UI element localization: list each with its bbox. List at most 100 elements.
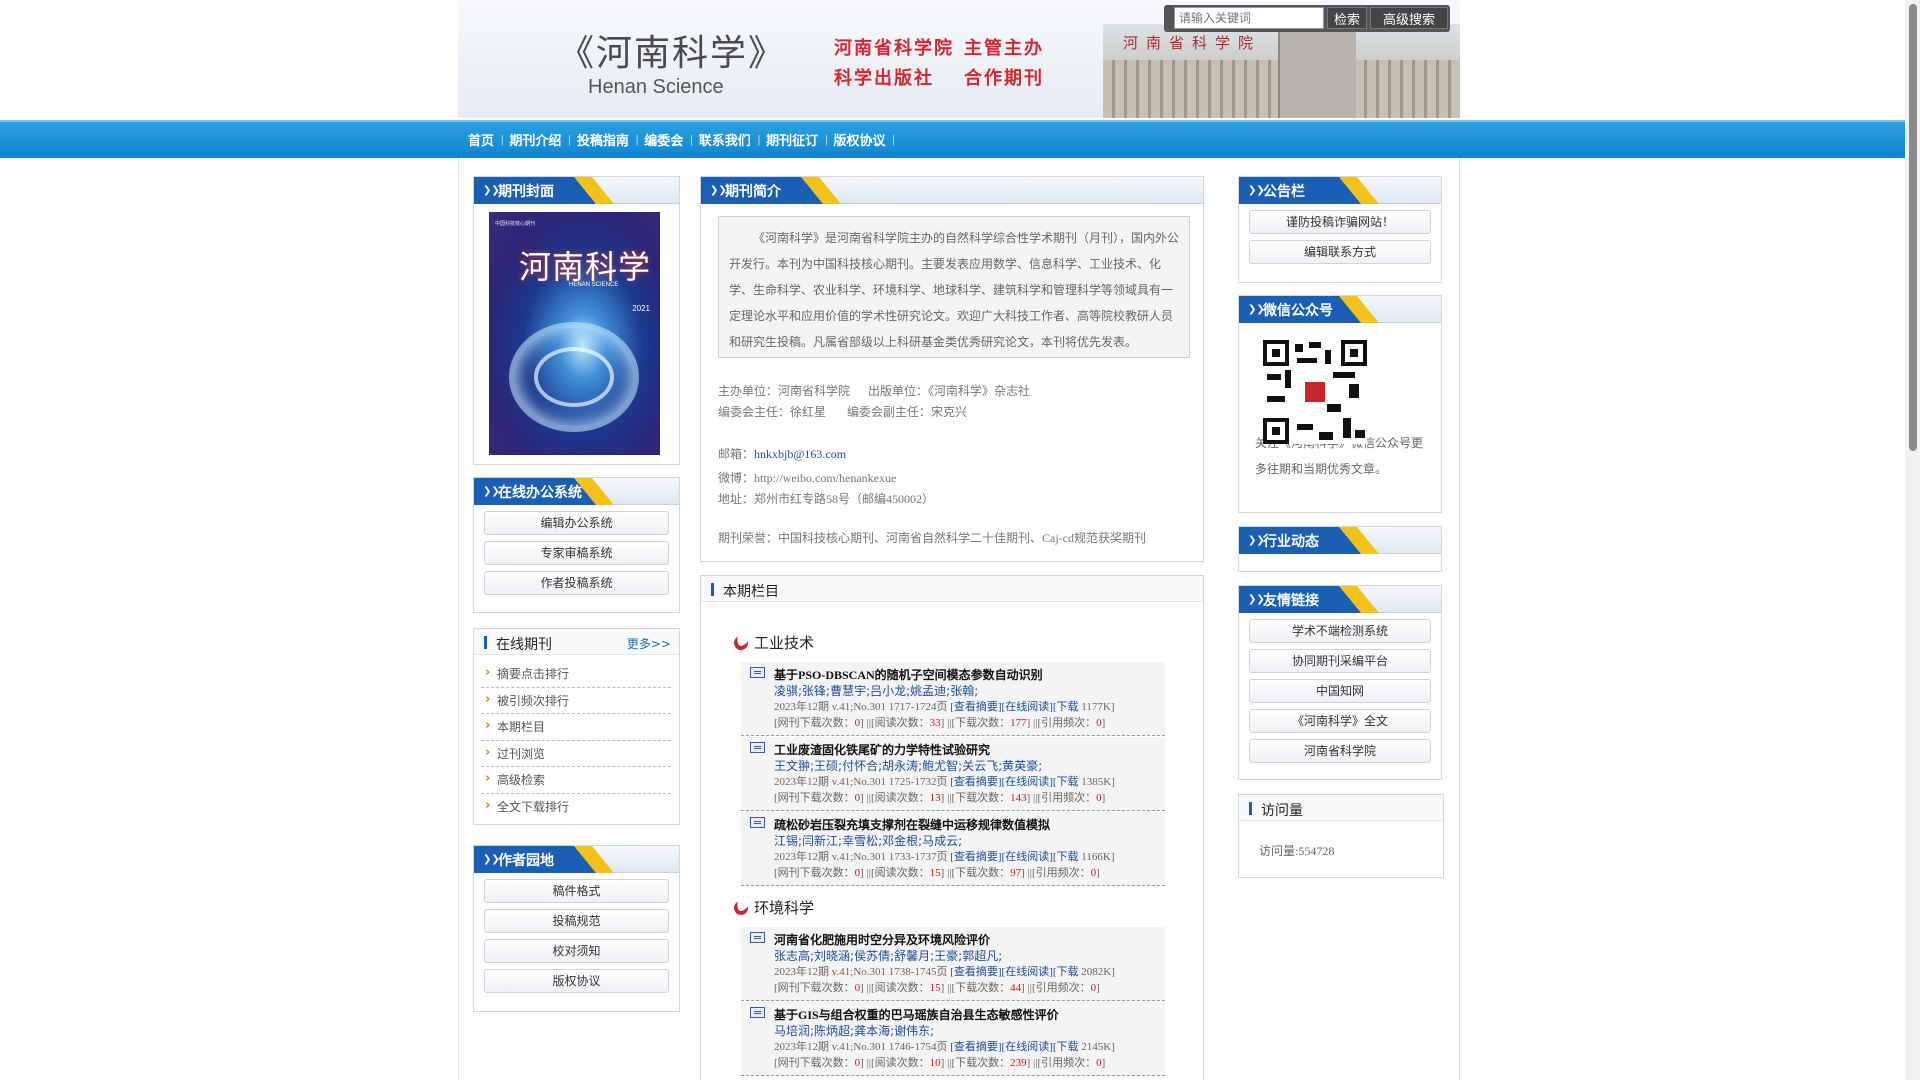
nav-home[interactable]: 首页 (462, 130, 501, 149)
article-links[interactable]: [查看摘要][在线阅读][下载 (950, 701, 1078, 713)
proofreading-notes-button[interactable]: 校对须知 (484, 939, 669, 963)
section-icon (732, 899, 750, 917)
article-item: 河南省化肥施用时空分异及环境风险评价 张志高;刘晓涵;侯苏倩;舒馨月;王豪;郭超… (741, 927, 1165, 1001)
notice-editor-contact[interactable]: 编辑联系方式 (1249, 240, 1431, 264)
slogan-publisher: 科学出版社 (834, 68, 934, 89)
list-item[interactable]: 过刊浏览 (481, 740, 671, 767)
author-submission-button[interactable]: 作者投稿系统 (484, 571, 669, 595)
editor-deputy-info: 编委会副主任：宋克兴 (847, 405, 968, 419)
article-issue: 2023年12期 v.41;No.301 1725-1732页 (774, 776, 948, 788)
qr-logo (1303, 380, 1327, 404)
article-title[interactable]: 河南省化肥施用时空分异及环境风险评价 (774, 931, 990, 948)
link-plagiarism-check[interactable]: 学术不端检测系统 (1249, 619, 1431, 643)
link-fulltext[interactable]: 《河南科学》全文 (1249, 709, 1431, 733)
editor-chief-info: 编委会主任：徐红星 (718, 405, 827, 419)
panel-title: 在线期刊 更多>> (474, 629, 679, 655)
link-cnki[interactable]: 中国知网 (1249, 679, 1431, 703)
article-title[interactable]: 基于PSO-DBSCAN的随机子空间模态参数自动识别 (774, 666, 1043, 683)
list-item[interactable]: 高级检索 (481, 766, 671, 794)
advanced-search-button[interactable]: 高级搜索 (1370, 7, 1448, 29)
article-size: 1385K] (1081, 776, 1115, 788)
link-editing-platform[interactable]: 协同期刊采编平台 (1249, 649, 1431, 673)
nav-contact[interactable]: 联系我们 (693, 130, 758, 149)
article-issue: 2023年12期 v.41;No.301 1717-1724页 (774, 701, 948, 713)
article-links[interactable]: [查看摘要][在线阅读][下载 (950, 851, 1078, 863)
article-authors[interactable]: 马培润;陈炳超;龚本海;谢伟东; (774, 1022, 934, 1039)
article-authors[interactable]: 张志高;刘晓涵;侯苏倩;舒馨月;王豪;郭超凡; (774, 947, 1002, 964)
industry-panel-title: 行业动态 (1263, 534, 1319, 550)
publisher-info: 出版单位：《河南科学》杂志社 (868, 384, 1031, 398)
scrollbar-thumb[interactable] (1909, 4, 1917, 451)
visits-panel-title: 访问量 (1261, 803, 1303, 819)
nav-menu: 首页 | 期刊介绍 | 投稿指南 | 编委会 | 联系我们 | 期刊征订 | 版权协议 | (462, 130, 895, 149)
email-info: 邮箱：hnkxbjb@163.com (718, 445, 846, 462)
list-item[interactable]: 全文下载排行 (481, 793, 671, 821)
article-links[interactable]: [查看摘要][在线阅读][下载 (950, 966, 1078, 978)
honors-info: 期刊荣誉：中国科技核心期刊、河南省自然科学二十佳期刊、Caj-cd规范获奖期刊 (718, 531, 1146, 545)
slogan-role: 主管主办 (964, 38, 1044, 59)
panel-title: ❯❯ 行业动态 (1239, 527, 1441, 554)
article-icon (750, 742, 765, 753)
panel-title: ❯❯ 微信公众号 (1239, 296, 1441, 323)
site-header: 《河南科学》 Henan Science 河南省科学院 主管主办 科学出版社 合… (458, 0, 1460, 118)
visit-count: 访问量:554728 (1259, 844, 1335, 858)
article-title[interactable]: 疏松砂岩压裂充填支撑剂在裂缝中运移规律数值模拟 (774, 816, 1050, 833)
panel-title: ❯❯ 友情链接 (1239, 586, 1441, 613)
article-size: 1177K] (1081, 701, 1115, 713)
article-links[interactable]: [查看摘要][在线阅读][下载 (950, 1041, 1078, 1053)
article-icon (750, 817, 765, 828)
list-item[interactable]: 被引频次排行 (481, 687, 671, 714)
nav-submission-guide[interactable]: 投稿指南 (571, 130, 636, 149)
office-panel: ❯❯ 在线办公系统 编辑办公系统 专家审稿系统 作者投稿系统 (473, 477, 680, 613)
submission-rules-button[interactable]: 投稿规范 (484, 909, 669, 933)
notice-fraud-warning[interactable]: 谨防投稿诈骗网站！ (1249, 210, 1431, 234)
link-academy[interactable]: 河南省科学院 (1249, 739, 1431, 763)
notice-panel: ❯❯ 公告栏 谨防投稿诈骗网站！ 编辑联系方式 (1238, 176, 1442, 283)
wechat-qr-code[interactable] (1263, 340, 1367, 444)
editor-office-button[interactable]: 编辑办公系统 (484, 511, 669, 535)
panel-title: 访问量 (1239, 795, 1443, 821)
building-sign: 河南省科学院 (1123, 34, 1262, 52)
more-link[interactable]: 更多>> (627, 635, 671, 652)
panel-title: ❯❯ 作者园地 (474, 846, 679, 873)
online-journal-list: 摘要点击排行 被引频次排行 本期栏目 过刊浏览 高级检索 全文下载排行 (481, 660, 671, 821)
article-size: 1166K] (1081, 851, 1115, 863)
article-issue: 2023年12期 v.41;No.301 1746-1754页 (774, 1041, 948, 1053)
article-authors[interactable]: 王文翀;王硕;付怀合;胡永涛;鲍尤智;关云飞;黄英豪; (774, 757, 1042, 774)
nav-editorial-board[interactable]: 编委会 (638, 130, 690, 149)
section-heading: 环境科学 (732, 897, 814, 918)
search-button[interactable]: 检索 (1327, 7, 1367, 29)
intro-text: 《河南科学》是河南省科学院主办的自然科学综合性学术期刊（月刊），国内外公开发行。… (718, 216, 1190, 358)
weibo-info: 微博：http://weibo.com/henankexue (718, 471, 897, 485)
article-meta: 2023年12期 v.41;No.301 1746-1754页 [查看摘要][在… (774, 1038, 1115, 1054)
article-links[interactable]: [查看摘要][在线阅读][下载 (950, 776, 1078, 788)
nav-subscription[interactable]: 期刊征订 (760, 130, 825, 149)
reviewer-system-button[interactable]: 专家审稿系统 (484, 541, 669, 565)
article-title[interactable]: 工业废渣固化铁尾矿的力学特性试验研究 (774, 741, 990, 758)
list-item[interactable]: 本期栏目 (481, 713, 671, 741)
copyright-agreement-button[interactable]: 版权协议 (484, 969, 669, 993)
journal-cover-image[interactable]: 中国科技核心期刊 河南科学 HENAN SCIENCE 2021 (489, 212, 660, 455)
manuscript-format-button[interactable]: 稿件格式 (484, 879, 669, 903)
article-stats: [网刊下载次数：0] ||[阅读次数：33] ||[下载次数：177] ||[引… (774, 717, 1106, 729)
nav-about[interactable]: 期刊介绍 (503, 130, 568, 149)
search-input[interactable] (1174, 7, 1324, 29)
article-stats: [网刊下载次数：0] ||[阅读次数：15] ||[下载次数：44] ||[引用… (774, 982, 1100, 994)
industry-panel: ❯❯ 行业动态 (1238, 526, 1442, 572)
article-authors[interactable]: 凌骐;张锋;曹慧宇;吕小龙;姚孟迪;张翰; (774, 682, 978, 699)
list-item[interactable]: 摘要点击排行 (481, 660, 671, 688)
article-title[interactable]: 基于GIS与组合权重的巴马瑶族自治县生态敏感性评价 (774, 1006, 1059, 1023)
nav-copyright[interactable]: 版权协议 (828, 130, 893, 149)
author-panel: ❯❯ 作者园地 稿件格式 投稿规范 校对须知 版权协议 (473, 845, 680, 1012)
cover-year: 2021 (632, 304, 650, 313)
nav-bar (0, 120, 1920, 158)
slogan-sponsor: 河南省科学院 (834, 38, 954, 59)
panel-title: ❯❯ 期刊简介 (701, 177, 1203, 204)
article-item: 基于PSO-DBSCAN的随机子空间模态参数自动识别 凌骐;张锋;曹慧宇;吕小龙… (741, 662, 1165, 736)
article-size: 2145K] (1081, 1041, 1115, 1053)
wechat-panel-title: 微信公众号 (1263, 303, 1333, 319)
article-authors[interactable]: 江锡;闫新江;幸雪松;邓金根;马成云; (774, 832, 962, 849)
article-issue: 2023年12期 v.41;No.301 1733-1737页 (774, 851, 948, 863)
logo-title-en: Henan Science (588, 76, 724, 98)
email-link[interactable]: hnkxbjb@163.com (754, 447, 846, 461)
